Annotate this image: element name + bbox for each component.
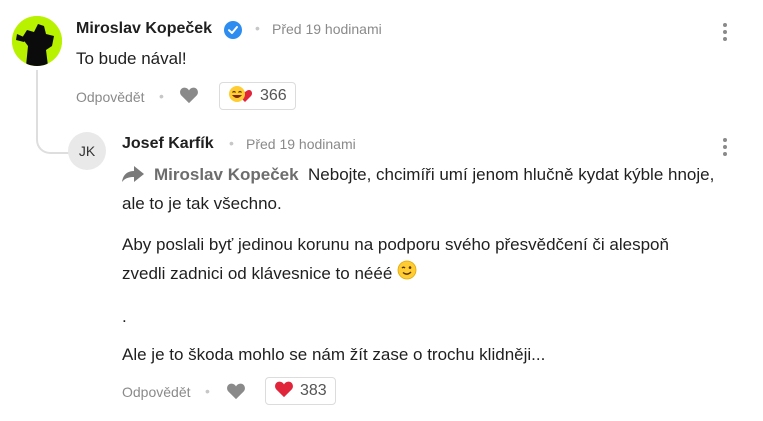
reply-more-menu-icon[interactable] — [719, 138, 731, 160]
reply-text-line-2: ale to je tak všechno. — [122, 194, 282, 213]
comment-text: To bude nával! — [76, 49, 187, 68]
avatar[interactable]: JK — [68, 132, 106, 170]
reply-button[interactable]: Odpovědět — [122, 384, 191, 400]
separator-dot: • — [159, 88, 164, 104]
reply-button[interactable]: Odpovědět — [76, 89, 145, 105]
reaction-count: 383 — [300, 382, 327, 399]
comment-time: Před 19 hodinami — [272, 21, 382, 37]
avatar[interactable] — [12, 16, 62, 66]
avatar-initials: JK — [78, 143, 96, 159]
separator-dot: • — [255, 20, 260, 36]
verified-badge-icon — [224, 21, 242, 39]
comment-more-menu-icon[interactable] — [719, 23, 731, 45]
reply-text-line-3: Aby poslali byť jedinou korunu na podpor… — [122, 235, 669, 254]
reply-time: Před 19 hodinami — [246, 136, 356, 152]
reply-text-line-6: Ale je to škoda mohlo se nám žít zase o … — [122, 345, 546, 364]
reply-text-line-1: Miroslav Kopeček Nebojte, chcimíři umí j… — [154, 160, 714, 190]
reply-text: zvedli zadnici od klávesnice to nééé — [122, 264, 393, 283]
reactions-counter[interactable]: 366 — [219, 82, 296, 110]
reply-text-line-4: zvedli zadnici od klávesnice to nééé — [122, 259, 417, 290]
reply-text-line-5: . — [122, 307, 127, 326]
separator-dot: • — [205, 383, 210, 399]
reaction-count: 366 — [260, 87, 287, 104]
reactions-counter[interactable]: 383 — [265, 377, 336, 405]
separator-dot: • — [229, 135, 234, 151]
like-heart-icon[interactable] — [226, 382, 246, 405]
reply-author[interactable]: Josef Karfík — [122, 135, 214, 153]
mentioned-user-link[interactable]: Miroslav Kopeček — [154, 165, 299, 184]
like-heart-icon[interactable] — [179, 86, 199, 109]
laughing-heart-emoji-icon — [228, 84, 254, 109]
avatar-image — [12, 16, 62, 66]
reply-text: Nebojte, chcimíři umí jenom hlučně kydat… — [308, 165, 715, 184]
winking-emoji-icon — [397, 260, 417, 290]
reply-to-arrow-icon — [121, 164, 145, 189]
red-heart-icon — [274, 380, 294, 403]
comment-author[interactable]: Miroslav Kopeček — [76, 20, 212, 38]
